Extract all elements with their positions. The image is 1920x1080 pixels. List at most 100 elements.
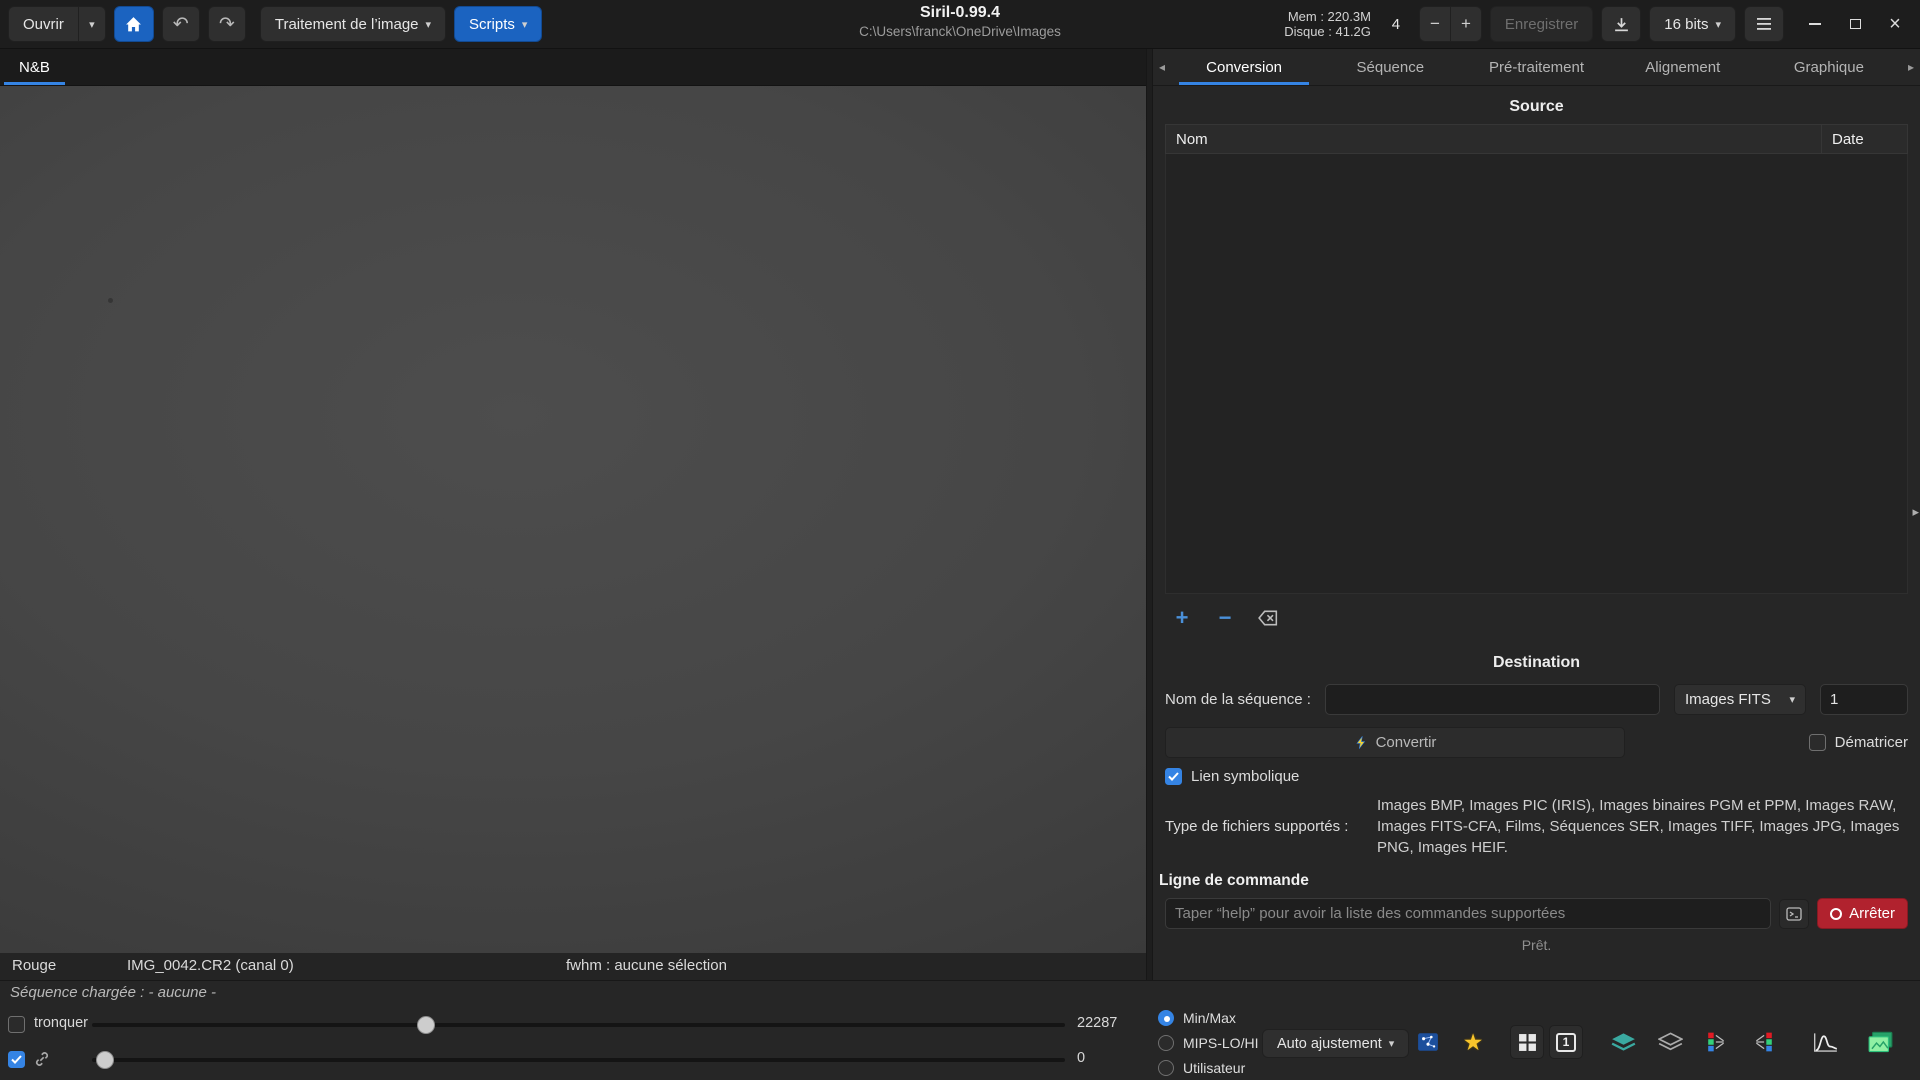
output-format-dropdown[interactable]: Images FITS ▾ — [1674, 684, 1806, 715]
sequence-name-input[interactable] — [1325, 684, 1660, 715]
layers-button[interactable] — [1606, 1025, 1640, 1059]
close-button[interactable]: × — [1878, 7, 1912, 41]
open-button[interactable]: Ouvrir — [8, 6, 79, 42]
truncate-checkbox[interactable] — [8, 1016, 25, 1033]
supported-types-value: Images BMP, Images PIC (IRIS), Images bi… — [1377, 795, 1908, 858]
bit-depth-dropdown[interactable]: 16 bits▾ — [1649, 6, 1736, 42]
clear-list-button[interactable] — [1251, 602, 1285, 634]
display-sliders-section: Séquence chargée : - aucune - tronquer 2… — [0, 981, 1146, 1080]
save-button[interactable]: Enregistrer — [1490, 6, 1593, 42]
radio-icon[interactable] — [1158, 1010, 1174, 1026]
tab-registration[interactable]: Alignement — [1610, 49, 1756, 85]
tabs-scroll-left[interactable]: ◂ — [1153, 49, 1171, 85]
save-as-icon — [1613, 16, 1630, 33]
stop-button[interactable]: Arrêter — [1817, 898, 1908, 929]
start-index-input[interactable] — [1820, 684, 1908, 715]
low-level-value: 0 — [1077, 1050, 1085, 1066]
memory-label: Mem : 220.3M — [1284, 9, 1371, 24]
astrometry-icon — [1416, 1031, 1440, 1053]
fwhm-label: fwhm : aucune sélection — [566, 957, 727, 974]
check-icon — [11, 1055, 22, 1064]
tab-preprocessing[interactable]: Pré-traitement — [1463, 49, 1609, 85]
tab-plot[interactable]: Graphique — [1756, 49, 1902, 85]
minus-icon: − — [1430, 14, 1440, 34]
scripts-menu-button[interactable]: Scripts▾ — [454, 6, 542, 42]
astrometry-button[interactable] — [1411, 1025, 1445, 1059]
save-as-button[interactable] — [1601, 6, 1641, 42]
slider-handle[interactable] — [417, 1016, 435, 1034]
tools-panel: ◂ Conversion Séquence Pré-traitement Ali… — [1153, 49, 1920, 980]
radio-minmax[interactable]: Min/Max — [1158, 1008, 1236, 1028]
thread-decrement-button[interactable]: − — [1419, 6, 1451, 42]
image-canvas[interactable] — [0, 86, 1146, 953]
undo-icon: ↶ — [173, 15, 189, 34]
thread-count-spin: − + — [1419, 6, 1482, 42]
tab-conversion[interactable]: Conversion — [1171, 49, 1317, 85]
hamburger-icon — [1756, 17, 1772, 31]
home-button[interactable] — [114, 6, 154, 42]
add-files-button[interactable]: + — [1165, 602, 1199, 634]
image-processing-menu-button[interactable]: Traitement de l’image▾ — [260, 6, 446, 42]
chevron-down-icon: ▾ — [89, 18, 95, 31]
tabs-scroll-right[interactable]: ▸ — [1902, 49, 1920, 85]
radio-icon[interactable] — [1158, 1060, 1174, 1076]
maximize-button[interactable] — [1838, 7, 1872, 41]
command-line-title: Ligne de commande — [1159, 872, 1908, 890]
sequence-name-row: Nom de la séquence : Images FITS ▾ — [1165, 684, 1908, 715]
zoom-100-button[interactable]: 1 — [1549, 1025, 1583, 1059]
chevron-down-icon: ▾ — [1389, 1037, 1395, 1050]
thread-increment-button[interactable]: + — [1450, 6, 1482, 42]
source-file-list[interactable] — [1165, 154, 1908, 594]
photometry-star-icon: ★ — [1463, 1031, 1484, 1054]
debayer-option[interactable]: Dématricer — [1809, 734, 1908, 751]
layers-outline-button[interactable] — [1653, 1025, 1687, 1059]
slider-handle[interactable] — [96, 1051, 114, 1069]
photometry-button[interactable]: ★ — [1456, 1025, 1490, 1059]
memory-status: Mem : 220.3M Disque : 41.2G — [1284, 9, 1371, 39]
radio-mips[interactable]: MIPS-LO/HI — [1158, 1033, 1258, 1053]
convert-button[interactable]: Convertir — [1165, 727, 1625, 758]
maximize-icon — [1850, 19, 1861, 29]
rgb-split-button[interactable] — [1746, 1025, 1780, 1059]
symlink-option[interactable]: Lien symbolique — [1165, 768, 1908, 785]
zoom-100-icon: 1 — [1556, 1033, 1576, 1052]
radio-user[interactable]: Utilisateur — [1158, 1058, 1245, 1078]
command-list-button[interactable] — [1779, 899, 1809, 929]
tab-sequence[interactable]: Séquence — [1317, 49, 1463, 85]
command-input[interactable] — [1165, 898, 1771, 929]
minimize-button[interactable] — [1798, 7, 1832, 41]
plus-icon: + — [1461, 14, 1471, 34]
supported-types-label: Type de fichiers supportés : — [1165, 818, 1363, 835]
truncate-label: tronquer — [34, 1015, 88, 1031]
redo-icon: ↷ — [219, 15, 235, 34]
radio-icon[interactable] — [1158, 1035, 1174, 1051]
column-header-name[interactable]: Nom — [1166, 125, 1821, 153]
rgb-compose-button[interactable] — [1700, 1025, 1734, 1059]
stacking-button[interactable] — [1863, 1025, 1897, 1059]
bottom-bar: Séquence chargée : - aucune - tronquer 2… — [0, 980, 1920, 1080]
column-header-date[interactable]: Date — [1821, 125, 1907, 153]
histogram-icon — [1813, 1032, 1838, 1053]
arrow-right-icon: ▸ — [1912, 504, 1919, 519]
debayer-checkbox[interactable] — [1809, 734, 1826, 751]
stop-icon — [1830, 908, 1842, 920]
redo-button[interactable]: ↷ — [208, 6, 246, 42]
auto-adjust-dropdown[interactable]: Auto ajustement ▾ — [1262, 1029, 1409, 1058]
remove-files-button[interactable]: − — [1208, 602, 1242, 634]
hamburger-menu-button[interactable] — [1744, 6, 1784, 42]
grid-view-button[interactable] — [1510, 1025, 1544, 1059]
histogram-button[interactable] — [1808, 1025, 1842, 1059]
symlink-checkbox[interactable] — [1165, 768, 1182, 785]
tab-bw-channel[interactable]: N&B — [0, 49, 69, 85]
header-right-cluster: Mem : 220.3M Disque : 41.2G 4 − + Enregi… — [1284, 6, 1912, 42]
chevron-down-icon: ▾ — [1715, 18, 1721, 31]
link-levels-checkbox[interactable] — [8, 1051, 25, 1068]
undo-button[interactable]: ↶ — [162, 6, 200, 42]
low-level-slider[interactable] — [92, 1050, 1065, 1070]
open-recent-dropdown[interactable]: ▾ — [78, 6, 106, 42]
paned-separator[interactable] — [1146, 49, 1153, 980]
status-ready: Prêt. — [1165, 937, 1908, 953]
panel-collapse-arrow[interactable]: ▸ — [1912, 504, 1919, 520]
high-level-slider[interactable] — [92, 1015, 1065, 1035]
convert-bolt-icon — [1354, 735, 1368, 750]
